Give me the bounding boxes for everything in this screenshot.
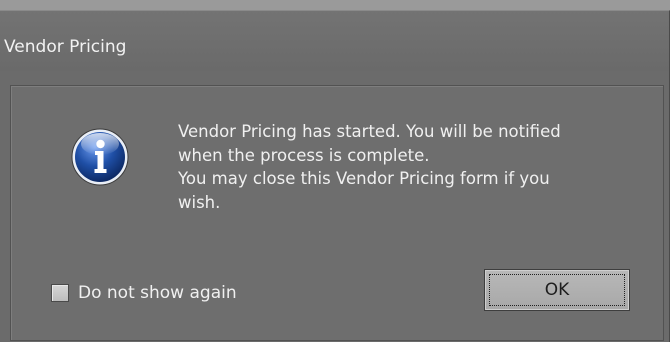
message-line-3: You may close this Vendor Pricing form i… [178,169,550,188]
dialog-window: Vendor Pricing Vendor Pricing has starte… [0,10,670,342]
message-line-4: wish. [178,192,221,212]
info-icon [70,127,130,187]
title-bar[interactable]: Vendor Pricing [0,11,669,71]
do-not-show-again-row[interactable]: Do not show again [51,280,237,306]
dialog-body: Vendor Pricing has started. You will be … [10,85,664,341]
window-title: Vendor Pricing [4,37,127,57]
message-line-1: Vendor Pricing has started. You will be … [178,122,561,141]
ok-button-label: OK [544,280,570,300]
message-text: Vendor Pricing has started. You will be … [178,120,648,214]
do-not-show-again-checkbox[interactable] [51,284,69,302]
message-line-2: when the process is complete. [178,145,430,165]
do-not-show-again-label[interactable]: Do not show again [78,283,237,303]
ok-button[interactable]: OK [484,269,630,311]
